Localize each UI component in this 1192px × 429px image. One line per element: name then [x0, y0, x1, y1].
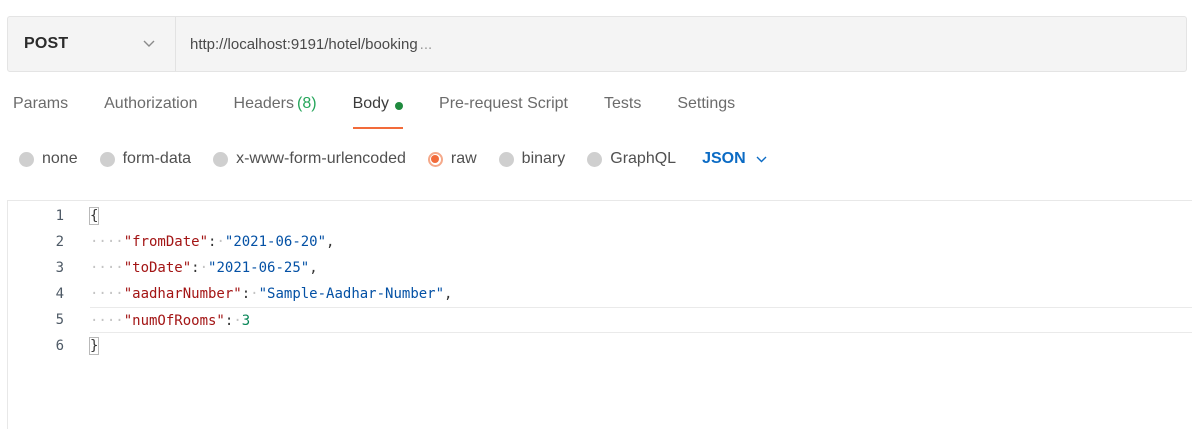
- radio-label: raw: [450, 150, 477, 167]
- radio-label: form-data: [122, 150, 192, 167]
- radio-none[interactable]: none: [19, 150, 78, 168]
- radio-form-data[interactable]: form-data: [99, 150, 192, 168]
- tab-label: Params: [13, 95, 69, 112]
- radio-icon: [19, 151, 34, 167]
- json-comma: ,: [444, 286, 453, 302]
- radio-graphql[interactable]: GraphQL: [587, 150, 676, 168]
- tab-tests[interactable]: Tests: [604, 95, 641, 129]
- tab-settings[interactable]: Settings: [677, 95, 735, 129]
- chevron-down-icon: [756, 153, 768, 165]
- json-key: "fromDate": [123, 234, 209, 250]
- radio-x-www-form-urlencoded[interactable]: x-www-form-urlencoded: [213, 150, 406, 168]
- raw-format-label: JSON: [702, 150, 746, 167]
- raw-format-select[interactable]: JSON: [702, 150, 768, 168]
- indent-guide: ····: [90, 313, 124, 329]
- json-key: "aadharNumber": [123, 286, 242, 302]
- json-value: "Sample-Aadhar-Number": [258, 286, 445, 302]
- json-comma: ,: [309, 260, 318, 276]
- tab-label: Tests: [603, 95, 642, 112]
- radio-selected-icon: [427, 151, 443, 167]
- line-number: 5: [55, 312, 64, 328]
- radio-icon: [587, 151, 603, 167]
- headers-count-badge: (8): [297, 95, 317, 112]
- line-number: 2: [55, 234, 64, 250]
- line-number: 1: [55, 208, 64, 224]
- code-line: }: [88, 333, 1192, 359]
- radio-label: x-www-form-urlencoded: [236, 150, 406, 167]
- tab-label: Body: [352, 95, 390, 112]
- request-bar: POST http://localhost:9191/hotel/booking…: [7, 16, 1187, 72]
- close-brace: }: [88, 337, 100, 355]
- line-number: 6: [55, 338, 64, 354]
- line-number-gutter: 1 2 3 4 5 6: [8, 201, 80, 429]
- json-colon: :: [241, 286, 251, 302]
- radio-icon: [213, 151, 229, 167]
- method-label: POST: [24, 35, 69, 52]
- code-line-active: ····"numOfRooms":·3: [90, 307, 1192, 333]
- radio-label: binary: [521, 150, 566, 167]
- url-overflow: ...: [419, 35, 433, 53]
- open-brace: {: [88, 207, 100, 225]
- json-value: 3: [241, 313, 251, 329]
- indent-guide: ····: [90, 260, 124, 276]
- tab-headers[interactable]: Headers (8): [234, 95, 317, 129]
- code-line: ····"aadharNumber":·"Sample-Aadhar-Numbe…: [90, 286, 453, 302]
- tab-label: Settings: [677, 95, 736, 112]
- tab-authorization[interactable]: Authorization: [104, 95, 197, 129]
- radio-icon: [498, 151, 514, 167]
- json-colon: :: [191, 260, 200, 276]
- tab-label: Pre-request Script: [439, 95, 568, 112]
- json-value: "2021-06-20": [224, 234, 327, 250]
- code-line: ····"fromDate":·"2021-06-20",: [90, 234, 335, 250]
- tab-pre-request-script[interactable]: Pre-request Script: [439, 95, 568, 129]
- body-type-options: none form-data x-www-form-urlencoded raw…: [19, 148, 768, 170]
- line-number: 3: [55, 260, 64, 276]
- body-indicator-dot-icon: [395, 102, 404, 110]
- tab-body[interactable]: Body: [352, 95, 404, 129]
- url-text: http://localhost:9191/hotel/booking: [190, 35, 418, 53]
- indent-guide: ····: [90, 234, 124, 250]
- radio-binary[interactable]: binary: [498, 150, 566, 168]
- radio-label: GraphQL: [610, 150, 677, 167]
- radio-raw[interactable]: raw: [427, 150, 477, 168]
- json-key: "toDate": [123, 260, 192, 276]
- json-value: "2021-06-25": [208, 260, 310, 276]
- method-select[interactable]: POST: [8, 17, 176, 71]
- line-number: 4: [55, 286, 64, 302]
- chevron-down-icon: [142, 37, 156, 51]
- json-key: "numOfRooms": [123, 313, 225, 329]
- code-line: ····"toDate":·"2021-06-25",: [90, 260, 318, 276]
- code-line: {: [88, 203, 1192, 229]
- request-tabs: Params Authorization Headers (8) Body Pr…: [13, 95, 771, 133]
- url-input[interactable]: http://localhost:9191/hotel/booking ...: [176, 17, 1186, 71]
- tab-params[interactable]: Params: [13, 95, 68, 129]
- tab-label: Authorization: [104, 95, 198, 112]
- radio-icon: [99, 151, 115, 167]
- radio-label: none: [42, 150, 78, 167]
- json-comma: ,: [326, 234, 335, 250]
- tab-label: Headers: [233, 95, 294, 112]
- indent-guide: ····: [90, 286, 124, 302]
- body-editor[interactable]: 1 2 3 4 5 6 { ····"fromDate":·"2021-06-2…: [7, 200, 1192, 429]
